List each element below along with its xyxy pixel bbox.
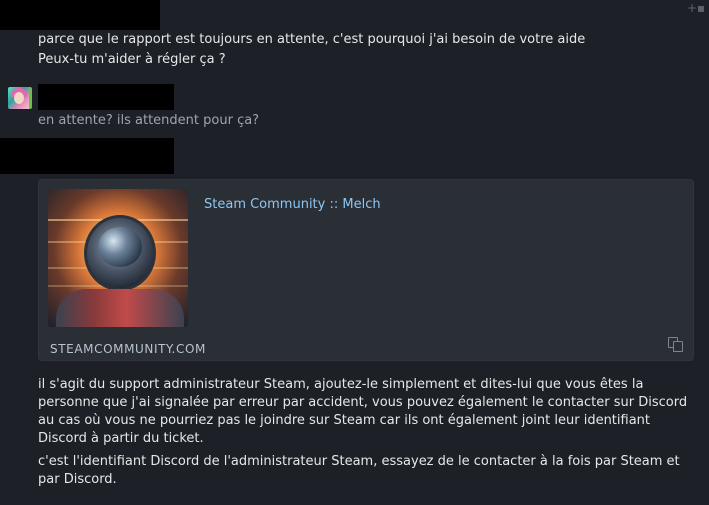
embed-thumbnail[interactable] (48, 189, 188, 327)
add-reaction-icon[interactable]: +▪ (687, 2, 705, 14)
avatar[interactable] (8, 87, 32, 109)
message-paragraph: il s'agit du support administrateur Stea… (38, 377, 688, 446)
redacted-username-bottom (0, 138, 174, 174)
avatar-face (14, 92, 24, 104)
link-embed[interactable]: Steam Community :: Melch STEAMCOMMUNITY.… (38, 179, 694, 361)
copy-icon[interactable] (668, 337, 684, 353)
embed-title-link[interactable]: Steam Community :: Melch (204, 197, 381, 212)
message-line: Peux-tu m'aider à régler ça ? (38, 52, 226, 67)
redacted-username-middle (38, 84, 174, 110)
redacted-username-top (0, 0, 160, 30)
thumbnail-suit (56, 289, 184, 327)
copy-icon-front (673, 341, 683, 352)
message-line: en attente? ils attendent pour ça? (38, 113, 260, 128)
message-line: parce que le rapport est toujours en att… (38, 32, 586, 47)
message-paragraph: c'est l'identifiant Discord de l'adminis… (38, 454, 680, 487)
embed-domain-link[interactable]: STEAMCOMMUNITY.COM (50, 342, 206, 356)
thumbnail-visor (98, 227, 142, 267)
